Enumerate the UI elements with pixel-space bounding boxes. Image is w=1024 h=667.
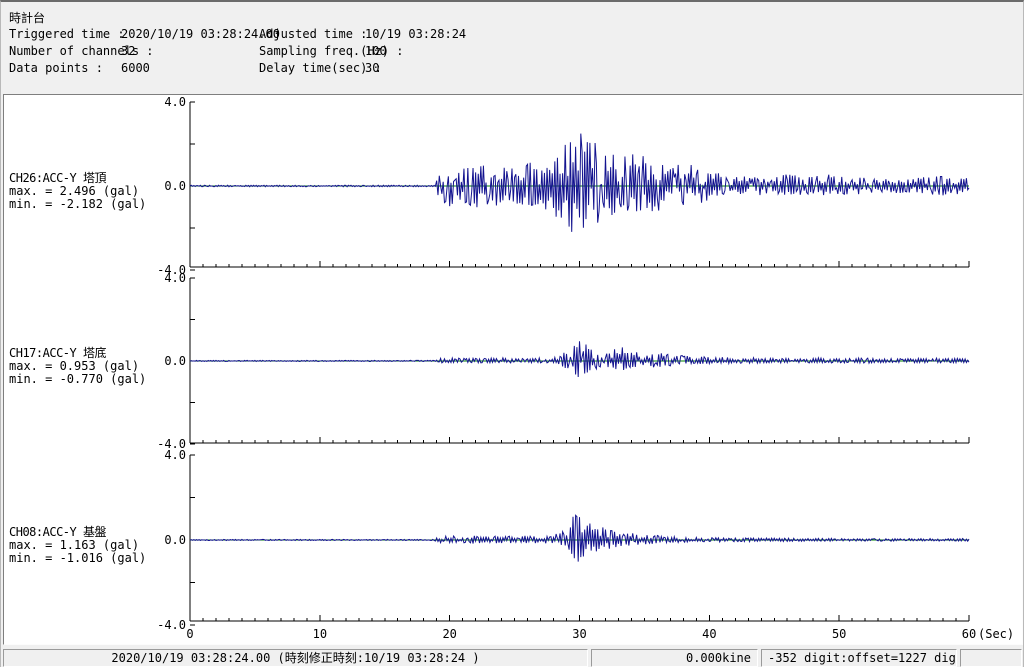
header-row-triggered-time: Triggered time : 2020/10/19 03:28:24.00 xyxy=(9,27,280,44)
channel-label-ch17: CH17:ACC-Y 塔底 max. = 0.953 (gal) min. = … xyxy=(9,347,179,386)
triggered-time-value: 2020/10/19 03:28:24.00 xyxy=(121,27,280,41)
header-info-panel: 時計台 Triggered time : 2020/10/19 03:28:24… xyxy=(1,2,1023,92)
data-points-label: Data points : xyxy=(9,61,103,75)
svg-text:0: 0 xyxy=(186,627,193,641)
status-datetime: 2020/10/19 03:28:24.00 (時刻修正時刻:10/19 03:… xyxy=(3,649,588,667)
sampling-freq-value: 100 xyxy=(365,44,387,58)
header-row-adjusted-time: Adjusted time : 10/19 03:28:24 xyxy=(259,27,466,44)
svg-text:4.0: 4.0 xyxy=(164,271,186,285)
triggered-time-label: Triggered time : xyxy=(9,27,125,41)
delay-time-label: Delay time(sec) : xyxy=(259,61,382,75)
adjusted-time-label: Adjusted time : xyxy=(259,27,368,41)
channel-count-label: Number of channels : xyxy=(9,44,154,58)
channel-count-value: 32 xyxy=(121,44,136,58)
channel-min-value: min. = -1.016 (gal) xyxy=(9,551,147,565)
adjusted-time-value: 10/19 03:28:24 xyxy=(365,27,467,41)
header-column-left: Triggered time : 2020/10/19 03:28:24.00 … xyxy=(9,27,280,78)
delay-time-value: 30 xyxy=(365,61,380,75)
status-kine-value: 0.000kine xyxy=(591,649,758,667)
waveform-panel: 4.0 0.0 -4.0 4.0 0.0 -4.0 4.0 0.0 -4.0 0 10 20 30 40 5… xyxy=(3,94,1023,645)
svg-text:40: 40 xyxy=(702,627,716,641)
svg-text:60: 60 xyxy=(962,627,976,641)
status-bar: 2020/10/19 03:28:24.00 (時刻修正時刻:10/19 03:… xyxy=(1,647,1023,667)
header-row-sampling-freq: Sampling freq.(Hz) : 100 xyxy=(259,44,466,61)
waveform-monitor-window: 時計台 Triggered time : 2020/10/19 03:28:24… xyxy=(0,0,1024,667)
status-spare xyxy=(960,649,1022,667)
app-title: 時計台 xyxy=(9,11,46,25)
svg-text:20: 20 xyxy=(442,627,456,641)
status-digit-offset: -352 digit:offset=1227 digit xyxy=(761,649,957,667)
svg-text:30: 30 xyxy=(572,627,586,641)
svg-text:50: 50 xyxy=(832,627,846,641)
data-points-value: 6000 xyxy=(121,61,150,75)
channel-label-ch26: CH26:ACC-Y 塔頂 max. = 2.496 (gal) min. = … xyxy=(9,172,179,211)
header-row-delay-time: Delay time(sec) : 30 xyxy=(259,61,466,78)
header-column-right: Adjusted time : 10/19 03:28:24 Sampling … xyxy=(259,27,466,78)
channel-label-ch08: CH08:ACC-Y 基盤 max. = 1.163 (gal) min. = … xyxy=(9,526,179,565)
svg-text:-4.0: -4.0 xyxy=(157,618,186,632)
svg-text:10: 10 xyxy=(313,627,327,641)
svg-text:4.0: 4.0 xyxy=(164,95,186,109)
channel-min-value: min. = -0.770 (gal) xyxy=(9,372,147,386)
header-row-data-points: Data points : 6000 xyxy=(9,61,280,78)
header-row-channel-count: Number of channels : 32 xyxy=(9,44,280,61)
sampling-freq-label: Sampling freq.(Hz) : xyxy=(259,44,404,58)
svg-text:4.0: 4.0 xyxy=(164,448,186,462)
svg-text:(Sec): (Sec) xyxy=(978,627,1014,641)
channel-min-value: min. = -2.182 (gal) xyxy=(9,197,147,211)
